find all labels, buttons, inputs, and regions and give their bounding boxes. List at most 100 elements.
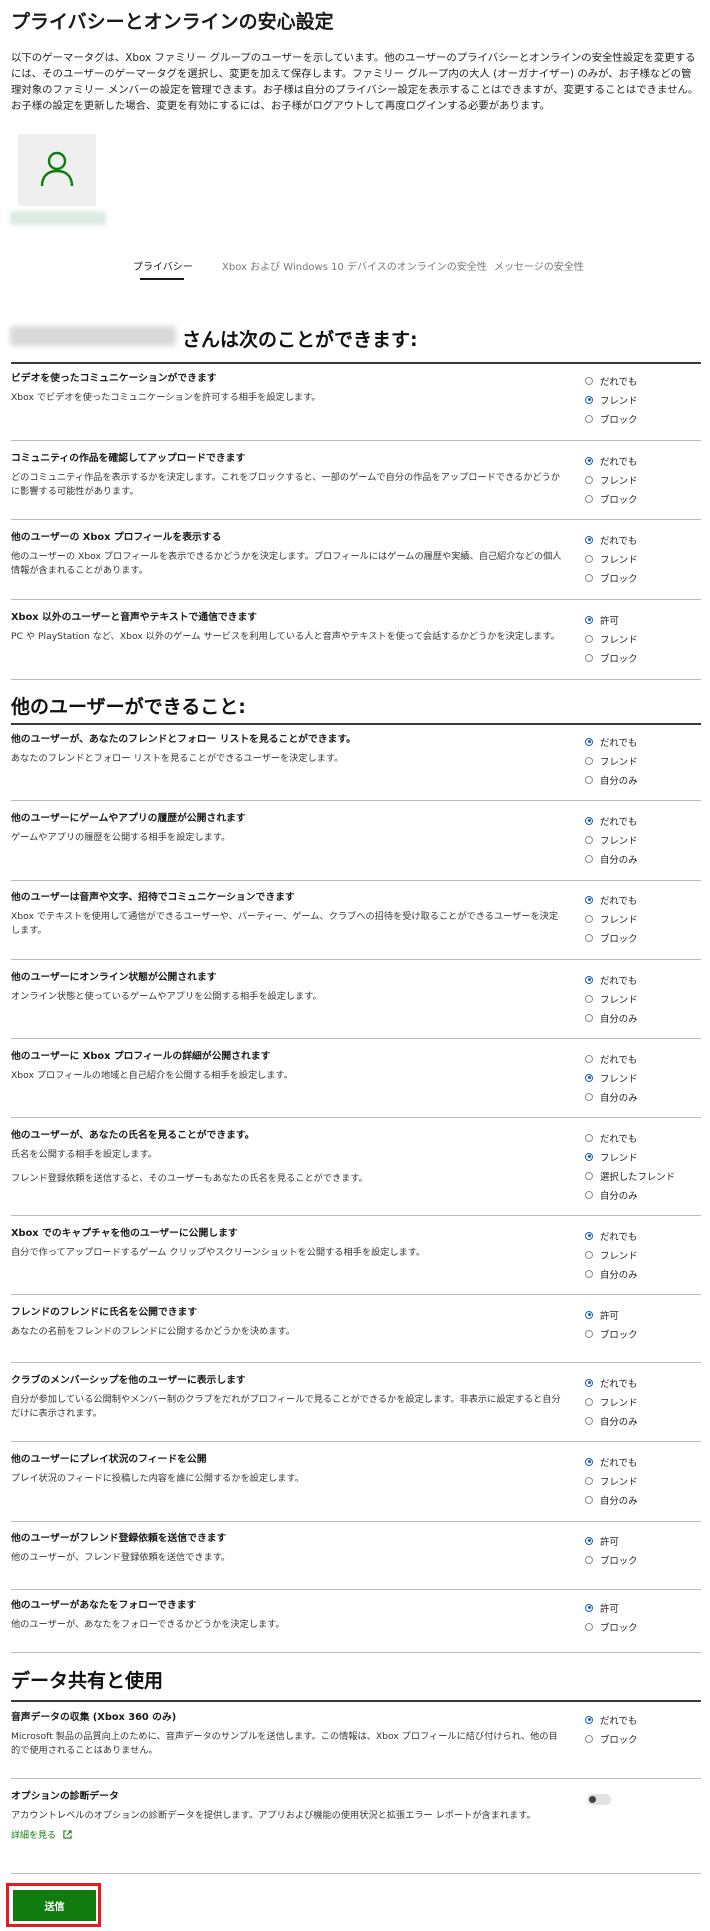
radio-option[interactable]: フレンド [585,470,638,489]
user-name-redacted [10,326,176,346]
radio-unselected-icon [585,1397,593,1406]
radio-label: 自分のみ [600,1013,638,1025]
radio-option[interactable]: だれでも [585,890,638,909]
radio-option[interactable]: フレンド [585,989,638,1008]
radio-option[interactable]: ブロック [585,568,638,587]
setting-description: どのコミュニティ作品を表示するかを決定します。これをブロックすると、一部のゲーム… [11,472,560,497]
radio-option[interactable]: 許可 [585,1531,638,1550]
row-divider [11,800,701,801]
setting-title: 他のユーザーがフレンド登録依頼を送信できます [11,1533,227,1544]
option-group: だれでもフレンドブロック [585,890,638,947]
radio-option[interactable]: 自分のみ [585,1008,638,1027]
row-divider [11,440,701,441]
radio-option[interactable]: フレンド [585,1245,638,1264]
radio-label: 許可 [600,1310,619,1322]
radio-unselected-icon [585,1133,593,1142]
radio-option[interactable]: ブロック [585,409,638,428]
radio-option[interactable]: だれでも [585,1128,675,1147]
radio-option[interactable]: 自分のみ [585,1185,675,1204]
radio-option[interactable]: フレンド [585,390,638,409]
radio-option[interactable]: フレンド [585,1392,638,1411]
setting-title: 他のユーザーが、あなたのフレンドとフォロー リストを見ることができます。 [11,734,356,745]
radio-label: フレンド [600,914,638,926]
tab-privacy[interactable]: プライバシー [133,258,193,273]
radio-unselected-icon [585,1054,593,1063]
setting-title: 他のユーザーにオンライン状態が公開されます [11,972,217,983]
diagnostics-toggle[interactable] [587,1794,611,1805]
radio-unselected-icon [585,1190,593,1199]
radio-option[interactable]: ブロック [585,1324,638,1343]
tab-online-safety[interactable]: Xbox および Windows 10 デバイスのオンラインの安全性 [222,258,487,273]
radio-option[interactable]: 自分のみ [585,1411,638,1430]
radio-option[interactable]: 許可 [585,610,638,629]
radio-unselected-icon [585,1734,593,1743]
row-divider [11,1038,701,1039]
setting-description: あなたの名前をフレンドのフレンドに公開するかどうかを決めます。 [11,1326,295,1337]
radio-option[interactable]: フレンド [585,751,638,770]
radio-option[interactable]: フレンド [585,909,638,928]
radio-option[interactable]: だれでも [585,1049,638,1068]
setting-description: プレイ状況のフィードに投稿した内容を誰に公開するかを設定します。 [11,1473,304,1484]
radio-option[interactable]: ブロック [585,648,638,667]
option-group: だれでも フレンド 自分のみ [585,732,638,789]
row-divider [11,1652,701,1653]
radio-option[interactable]: 自分のみ [585,770,638,789]
setting-title: コミュニティの作品を確認してアップロードできます [11,453,246,464]
option-group: だれでも フレンド 自分のみ [585,1049,638,1106]
radio-unselected-icon [585,994,593,1003]
radio-option[interactable]: フレンド [585,1147,675,1166]
radio-option[interactable]: 自分のみ [585,1264,638,1283]
radio-label: ブロック [600,1329,638,1341]
section-title-others: 他のユーザーができること: [11,696,246,718]
option-group: だれでも フレンド自分のみ [585,970,638,1027]
radio-option[interactable]: だれでも [585,811,638,830]
radio-option[interactable]: 自分のみ [585,1490,638,1509]
radio-option[interactable]: ブロック [585,928,638,947]
radio-option[interactable]: フレンド [585,549,638,568]
option-group: 許可 ブロック [585,1305,638,1343]
setting-title: クラブのメンバーシップを他のユーザーに表示します [11,1375,246,1386]
radio-label: フレンド [600,1152,638,1164]
tab-message-safety[interactable]: メッセージの安全性 [494,258,584,273]
radio-label: フレンド [600,835,638,847]
radio-option[interactable]: 許可 [585,1598,638,1617]
setting-description: Xbox でテキストを使用して通信ができるユーザーや、パーティー、ゲーム、クラブ… [11,911,559,936]
setting-title: ビデオを使ったコミュニケーションができます [11,373,217,384]
radio-label: 自分のみ [600,1495,638,1507]
radio-label: だれでも [600,1715,638,1727]
option-group: 許可 フレンドブロック [585,610,638,667]
radio-option[interactable]: だれでも [585,530,638,549]
radio-selected-icon [585,395,593,404]
radio-option[interactable]: 自分のみ [585,849,638,868]
row-divider [11,1215,701,1216]
radio-option[interactable]: 許可 [585,1305,638,1324]
radio-option[interactable]: フレンド [585,830,638,849]
section-title-can-do: さんは次のことができます: [182,329,418,351]
radio-option[interactable]: だれでも [585,1373,638,1392]
radio-option[interactable]: ブロック [585,1617,638,1636]
radio-option[interactable]: ブロック [585,489,638,508]
radio-label: だれでも [600,535,638,547]
gamertag-tile[interactable] [18,134,96,206]
submit-button[interactable]: 送信 [13,1890,96,1921]
row-divider [11,1362,701,1363]
radio-option[interactable]: だれでも [585,732,638,751]
radio-option[interactable]: 選択したフレンド [585,1166,675,1185]
radio-unselected-icon [585,933,593,942]
radio-option[interactable]: 自分のみ [585,1087,638,1106]
learn-more-link[interactable]: 詳細を見る [11,1828,72,1841]
radio-option[interactable]: フレンド [585,1068,638,1087]
radio-option[interactable]: だれでも [585,451,638,470]
radio-option[interactable]: だれでも [585,371,638,390]
radio-option[interactable]: だれでも [585,1710,638,1729]
radio-label: ブロック [600,653,638,665]
radio-option[interactable]: だれでも [585,1226,638,1245]
radio-option[interactable]: フレンド [585,629,638,648]
radio-option[interactable]: だれでも [585,970,638,989]
setting-title: Xbox 以外のユーザーと音声やテキストで通信できます [11,612,258,623]
radio-option[interactable]: フレンド [585,1471,638,1490]
radio-option[interactable]: だれでも [585,1452,638,1471]
radio-option[interactable]: ブロック [585,1729,638,1748]
radio-selected-icon [585,456,593,465]
radio-option[interactable]: ブロック [585,1550,638,1569]
